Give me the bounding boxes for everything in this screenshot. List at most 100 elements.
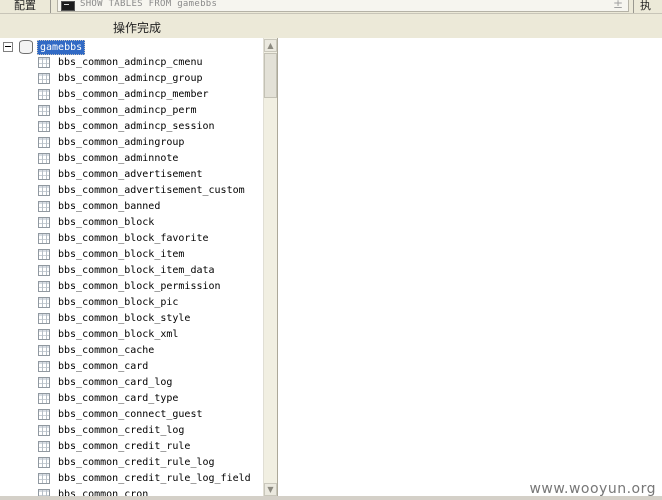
- table-name-label: bbs_common_card: [58, 361, 149, 372]
- table-name-label: bbs_common_credit_log: [58, 425, 185, 436]
- table-icon: [38, 281, 50, 292]
- scroll-down-button[interactable]: ▼: [264, 483, 277, 496]
- results-pane: [278, 38, 662, 496]
- sql-input[interactable]: SHOW TABLES FROM gamebbs ±: [57, 0, 629, 12]
- table-icon: [38, 105, 50, 116]
- tree-scrollbar[interactable]: ▲ ▼: [263, 38, 277, 496]
- terminal-icon: [61, 1, 75, 11]
- table-icon: [38, 313, 50, 324]
- tree-root-node[interactable]: gamebbs: [0, 39, 262, 55]
- table-name-label: bbs_common_advertisement: [58, 169, 203, 180]
- table-node[interactable]: bbs_common_block_xml: [0, 327, 262, 343]
- table-node[interactable]: bbs_common_credit_rule: [0, 439, 262, 455]
- config-menu[interactable]: 配置: [14, 0, 36, 13]
- table-node[interactable]: bbs_common_connect_guest: [0, 407, 262, 423]
- table-icon: [38, 153, 50, 164]
- table-icon: [38, 361, 50, 372]
- table-node[interactable]: bbs_common_block_item_data: [0, 263, 262, 279]
- table-icon: [38, 121, 50, 132]
- database-tree[interactable]: gamebbs bbs_common_admincp_cmenu bbs_comm…: [0, 38, 278, 496]
- table-icon: [38, 489, 50, 496]
- table-icon: [38, 265, 50, 276]
- table-node[interactable]: bbs_common_block_item: [0, 247, 262, 263]
- table-icon: [38, 297, 50, 308]
- table-node[interactable]: bbs_common_banned: [0, 199, 262, 215]
- table-node[interactable]: bbs_common_admincp_cmenu: [0, 55, 262, 71]
- query-toolbar: 配置 SHOW TABLES FROM gamebbs ± 执: [0, 0, 662, 14]
- table-node[interactable]: bbs_common_card_log: [0, 375, 262, 391]
- table-icon: [38, 57, 50, 68]
- table-node[interactable]: bbs_common_card_type: [0, 391, 262, 407]
- table-icon: [38, 249, 50, 260]
- table-name-label: bbs_common_block_style: [58, 313, 191, 324]
- table-node[interactable]: bbs_common_cache: [0, 343, 262, 359]
- table-node[interactable]: bbs_common_credit_rule_log_field: [0, 471, 262, 487]
- table-node[interactable]: bbs_common_advertisement: [0, 167, 262, 183]
- table-icon: [38, 473, 50, 484]
- table-node[interactable]: bbs_common_block_favorite: [0, 231, 262, 247]
- table-icon: [38, 393, 50, 404]
- table-node[interactable]: bbs_common_advertisement_custom: [0, 183, 262, 199]
- scroll-up-button[interactable]: ▲: [264, 39, 277, 52]
- table-name-label: bbs_common_advertisement_custom: [58, 185, 245, 196]
- table-icon: [38, 377, 50, 388]
- table-name-label: bbs_common_block: [58, 217, 155, 228]
- table-icon: [38, 441, 50, 452]
- table-node[interactable]: bbs_common_credit_rule_log: [0, 455, 262, 471]
- table-node[interactable]: bbs_common_cron: [0, 487, 262, 496]
- table-name-label: bbs_common_cron: [58, 489, 149, 496]
- table-node[interactable]: bbs_common_adminnote: [0, 151, 262, 167]
- table-name-label: bbs_common_block_favorite: [58, 233, 209, 244]
- table-name-label: bbs_common_adminnote: [58, 153, 179, 164]
- table-name-label: bbs_common_credit_rule: [58, 441, 191, 452]
- execute-button[interactable]: 执: [640, 0, 651, 13]
- table-name-label: bbs_common_block_permission: [58, 281, 221, 292]
- table-node[interactable]: bbs_common_block_permission: [0, 279, 262, 295]
- sql-text: SHOW TABLES FROM gamebbs: [80, 0, 218, 9]
- expand-query-icon[interactable]: ±: [613, 0, 623, 11]
- table-node[interactable]: bbs_common_block_style: [0, 311, 262, 327]
- table-name-label: bbs_common_connect_guest: [58, 409, 203, 420]
- table-name-label: bbs_common_block_item: [58, 249, 185, 260]
- table-node[interactable]: bbs_common_admincp_member: [0, 87, 262, 103]
- table-icon: [38, 185, 50, 196]
- table-node[interactable]: bbs_common_admincp_session: [0, 119, 262, 135]
- table-name-label: bbs_common_credit_rule_log: [58, 457, 215, 468]
- table-name-label: bbs_common_admincp_cmenu: [58, 57, 203, 68]
- table-name-label: bbs_common_admincp_session: [58, 121, 215, 132]
- database-icon: [19, 40, 33, 54]
- table-name-label: bbs_common_banned: [58, 201, 161, 212]
- table-name-label: bbs_common_block_pic: [58, 297, 179, 308]
- table-node[interactable]: bbs_common_block: [0, 215, 262, 231]
- table-icon: [38, 137, 50, 148]
- table-icon: [38, 457, 50, 468]
- table-icon: [38, 217, 50, 228]
- table-name-label: bbs_common_admincp_member: [58, 89, 209, 100]
- status-bar: 操作完成: [0, 14, 662, 39]
- status-message: 操作完成: [113, 21, 162, 35]
- table-name-label: bbs_common_block_item_data: [58, 265, 215, 276]
- table-icon: [38, 169, 50, 180]
- table-icon: [38, 409, 50, 420]
- table-node[interactable]: bbs_common_admingroup: [0, 135, 262, 151]
- table-name-label: bbs_common_card_log: [58, 377, 173, 388]
- scroll-thumb[interactable]: [264, 53, 277, 98]
- table-node[interactable]: bbs_common_admincp_perm: [0, 103, 262, 119]
- table-icon: [38, 89, 50, 100]
- table-icon: [38, 425, 50, 436]
- table-name-label: bbs_common_admincp_perm: [58, 105, 197, 116]
- table-icon: [38, 345, 50, 356]
- table-node[interactable]: bbs_common_admincp_group: [0, 71, 262, 87]
- table-node[interactable]: bbs_common_credit_log: [0, 423, 262, 439]
- table-name-label: bbs_common_block_xml: [58, 329, 179, 340]
- watermark: www.wooyun.org: [529, 481, 656, 497]
- table-icon: [38, 201, 50, 212]
- table-node[interactable]: bbs_common_card: [0, 359, 262, 375]
- table-name-label: bbs_common_cache: [58, 345, 155, 356]
- table-icon: [38, 233, 50, 244]
- toolbar-separator: [50, 0, 51, 13]
- collapse-toggle-icon[interactable]: [3, 42, 13, 52]
- tree-root-label[interactable]: gamebbs: [37, 40, 86, 55]
- table-name-label: bbs_common_card_type: [58, 393, 179, 404]
- table-node[interactable]: bbs_common_block_pic: [0, 295, 262, 311]
